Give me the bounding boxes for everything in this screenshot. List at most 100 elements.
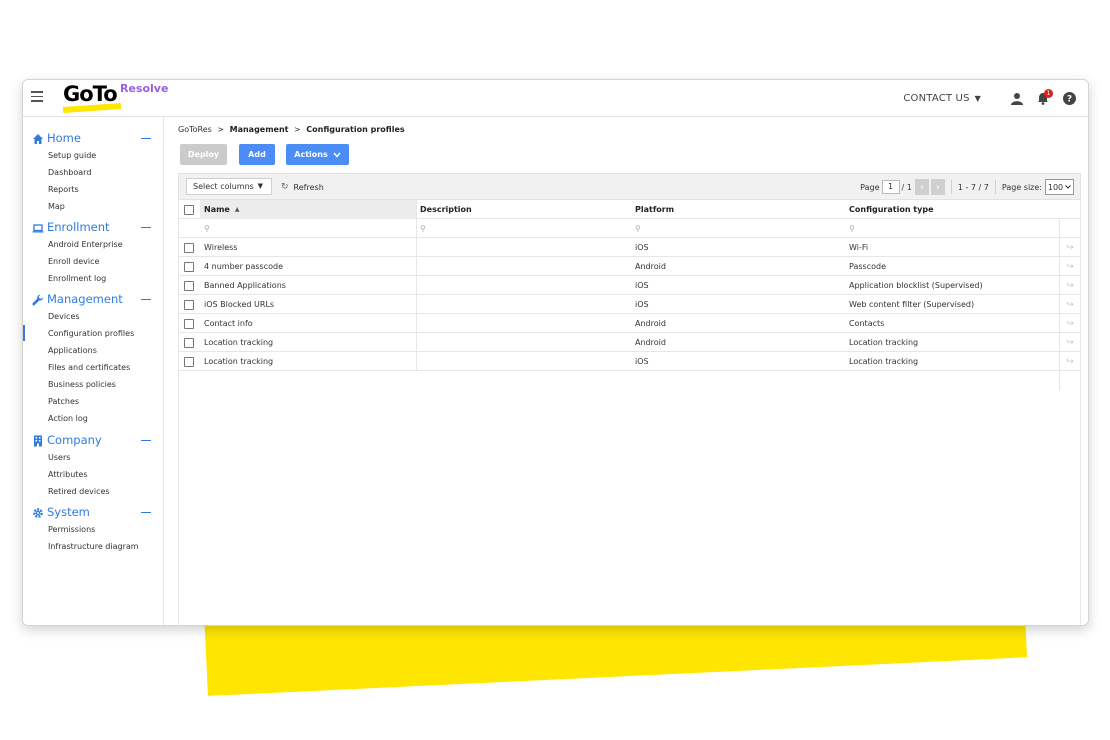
table-row[interactable]: Wireless iOS Wi-Fi ↪ xyxy=(178,238,1081,257)
share-arrow-icon[interactable]: ↪ xyxy=(1066,281,1074,291)
share-arrow-icon[interactable]: ↪ xyxy=(1066,243,1074,253)
sidebar-section-company[interactable]: Company xyxy=(23,433,163,449)
sidebar-section-enrollment[interactable]: Enrollment xyxy=(23,220,163,236)
cell-configuration-type: Location tracking xyxy=(849,357,919,366)
table-row[interactable]: Location tracking Android Location track… xyxy=(178,333,1081,352)
sidebar-item-action-log[interactable]: Action log xyxy=(48,414,88,423)
row-checkbox[interactable] xyxy=(184,242,194,253)
cell-name: Banned Applications xyxy=(204,281,286,290)
filter-configuration-type-input[interactable]: ⚲ xyxy=(845,219,1059,238)
sidebar-item-configuration-profiles[interactable]: Configuration profiles xyxy=(23,325,134,341)
row-checkbox[interactable] xyxy=(184,318,194,329)
search-icon: ⚲ xyxy=(204,224,210,233)
cell-configuration-type: Location tracking xyxy=(849,338,919,347)
row-checkbox[interactable] xyxy=(184,299,194,310)
breadcrumb-root[interactable]: GoToRes xyxy=(178,125,212,134)
help-icon[interactable]: ? xyxy=(1063,91,1076,105)
refresh-label: Refresh xyxy=(293,182,324,192)
caret-down-icon: ▼ xyxy=(257,182,263,190)
logo-sub-text: Resolve xyxy=(120,82,169,95)
contact-us-dropdown[interactable]: CONTACT US ▼ xyxy=(903,93,981,104)
sidebar-item-android-enterprise[interactable]: Android Enterprise xyxy=(48,240,123,249)
sidebar-item-infrastructure-diagram[interactable]: Infrastructure diagram xyxy=(48,542,139,551)
column-header-name[interactable]: Name ▲ xyxy=(200,200,416,219)
row-checkbox[interactable] xyxy=(184,337,194,348)
sidebar-item-devices[interactable]: Devices xyxy=(48,312,80,321)
share-arrow-icon[interactable]: ↪ xyxy=(1066,319,1074,329)
collapse-dash-icon[interactable] xyxy=(141,299,151,300)
cell-name: 4 number passcode xyxy=(204,262,284,271)
notification-bell-icon[interactable]: 1 xyxy=(1037,88,1053,105)
column-header-description[interactable]: Description xyxy=(416,200,631,219)
chevron-down-icon xyxy=(333,152,341,158)
sidebar-item-map[interactable]: Map xyxy=(48,202,65,211)
next-page-button[interactable]: › xyxy=(930,179,945,195)
refresh-button[interactable]: ↻ Refresh xyxy=(281,182,324,192)
share-arrow-icon[interactable]: ↪ xyxy=(1066,300,1074,310)
page-size-select[interactable]: 100 xyxy=(1045,179,1074,195)
sidebar-section-home[interactable]: Home xyxy=(23,131,163,147)
wrench-icon xyxy=(32,294,44,306)
share-arrow-icon[interactable]: ↪ xyxy=(1066,338,1074,348)
column-header-configuration-type[interactable]: Configuration type xyxy=(845,200,1059,219)
column-header-name-label: Name xyxy=(204,205,230,214)
select-columns-dropdown[interactable]: Select columns ▼ xyxy=(186,178,272,195)
svg-text:?: ? xyxy=(1067,94,1072,104)
row-checkbox-cell xyxy=(178,352,200,371)
hamburger-menu-icon[interactable] xyxy=(31,91,43,102)
collapse-dash-icon[interactable] xyxy=(141,138,151,139)
prev-page-button[interactable]: ‹ xyxy=(914,179,929,195)
column-header-platform[interactable]: Platform xyxy=(631,200,845,219)
sidebar-item-patches[interactable]: Patches xyxy=(48,397,79,406)
sidebar-item-users[interactable]: Users xyxy=(48,453,70,462)
sort-ascending-icon: ▲ xyxy=(234,206,240,213)
sidebar-section-management[interactable]: Management xyxy=(23,292,163,308)
cell-configuration-type: Wi-Fi xyxy=(849,243,869,252)
breadcrumb-management[interactable]: Management xyxy=(230,125,289,134)
select-all-checkbox[interactable] xyxy=(184,204,194,215)
collapse-dash-icon[interactable] xyxy=(141,440,151,441)
sidebar-item-retired-devices[interactable]: Retired devices xyxy=(48,487,110,496)
actions-dropdown-button[interactable]: Actions xyxy=(286,144,349,165)
page-total: / 1 xyxy=(901,182,912,192)
sidebar-item-enroll-device[interactable]: Enroll device xyxy=(48,257,99,266)
sidebar-item-dashboard[interactable]: Dashboard xyxy=(48,168,91,177)
page-number-input[interactable]: 1 xyxy=(881,180,900,194)
collapse-dash-icon[interactable] xyxy=(141,227,151,228)
cell-description xyxy=(416,238,631,257)
table-row[interactable]: Banned Applications iOS Application bloc… xyxy=(178,276,1081,295)
contact-us-label: CONTACT US xyxy=(903,92,970,104)
table-row[interactable]: Location tracking iOS Location tracking … xyxy=(178,352,1081,371)
sidebar-item-files-and-certificates[interactable]: Files and certificates xyxy=(48,363,130,372)
filter-description-input[interactable]: ⚲ xyxy=(416,219,631,238)
row-checkbox[interactable] xyxy=(184,280,194,291)
filter-platform-input[interactable]: ⚲ xyxy=(631,219,845,238)
table-row[interactable]: 4 number passcode Android Passcode ↪ xyxy=(178,257,1081,276)
sidebar-item-applications[interactable]: Applications xyxy=(48,346,97,355)
sidebar-item-reports[interactable]: Reports xyxy=(48,185,79,194)
grid-header-row: Name ▲ Description Platform Configuratio… xyxy=(178,200,1081,219)
user-icon[interactable] xyxy=(1011,92,1023,105)
sidebar-section-system[interactable]: System xyxy=(23,505,163,521)
cell-platform: iOS xyxy=(635,243,649,252)
cell-configuration-type: Application blocklist (Supervised) xyxy=(849,281,983,290)
share-arrow-icon[interactable]: ↪ xyxy=(1066,262,1074,272)
add-button[interactable]: Add xyxy=(239,144,275,165)
sidebar-item-enrollment-log[interactable]: Enrollment log xyxy=(48,274,106,283)
table-row[interactable]: iOS Blocked URLs iOS Web content filter … xyxy=(178,295,1081,314)
collapse-dash-icon[interactable] xyxy=(141,512,151,513)
notification-badge: 1 xyxy=(1044,88,1053,98)
sidebar-item-permissions[interactable]: Permissions xyxy=(48,525,95,534)
sidebar-item-setup-guide[interactable]: Setup guide xyxy=(48,151,96,160)
sidebar-item-attributes[interactable]: Attributes xyxy=(48,470,88,479)
table-row[interactable]: Contact info Android Contacts ↪ xyxy=(178,314,1081,333)
page-size-value: 100 xyxy=(1047,182,1064,192)
filter-name-input[interactable]: ⚲ xyxy=(200,219,416,238)
sidebar-item-business-policies[interactable]: Business policies xyxy=(48,380,116,389)
share-arrow-icon[interactable]: ↪ xyxy=(1066,357,1074,367)
cell-platform: iOS xyxy=(635,281,649,290)
row-checkbox[interactable] xyxy=(184,261,194,272)
row-checkbox[interactable] xyxy=(184,356,194,367)
deploy-button[interactable]: Deploy xyxy=(180,144,227,165)
home-icon xyxy=(33,134,43,144)
